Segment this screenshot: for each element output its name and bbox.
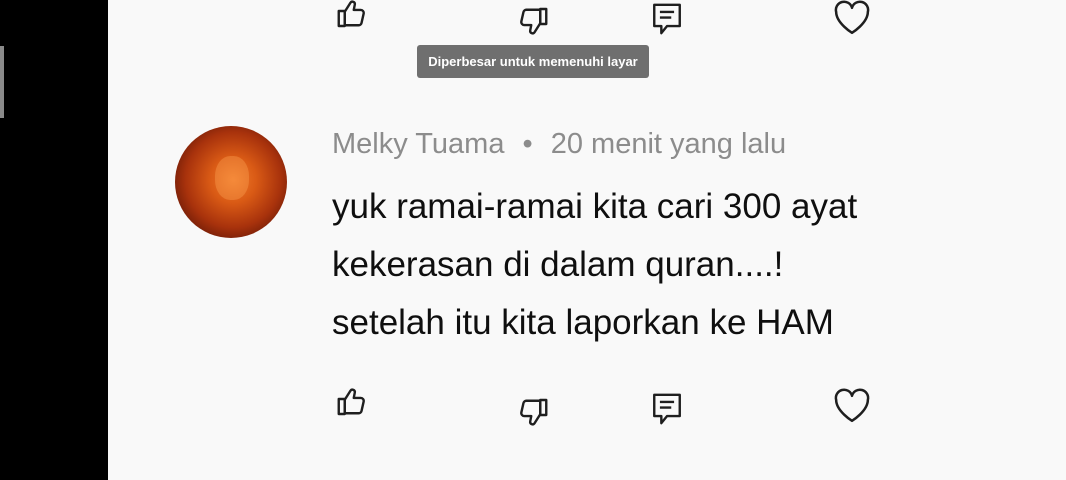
comment-author[interactable]: Melky Tuama bbox=[332, 128, 504, 160]
avatar[interactable] bbox=[175, 126, 287, 238]
heart-icon[interactable] bbox=[832, 386, 872, 424]
reply-comment-icon[interactable] bbox=[650, 0, 684, 38]
thumbs-up-icon[interactable] bbox=[334, 0, 372, 32]
video-frame: Diperbesar untuk memenuhi layar Melky Tu… bbox=[0, 0, 1066, 480]
comment-meta: Melky Tuama • 20 menit yang lalu bbox=[332, 128, 786, 161]
fullscreen-toast: Diperbesar untuk memenuhi layar bbox=[417, 45, 649, 78]
meta-separator: • bbox=[522, 128, 533, 160]
edge-marker bbox=[0, 46, 4, 118]
thumbs-up-icon[interactable] bbox=[334, 384, 372, 420]
heart-icon[interactable] bbox=[832, 0, 872, 36]
comment-line: yuk ramai-ramai kita cari 300 ayat bbox=[332, 187, 858, 226]
thumbs-down-icon[interactable] bbox=[513, 3, 551, 39]
comment-text: yuk ramai-ramai kita cari 300 ayat keker… bbox=[332, 178, 1012, 352]
comment-time: 20 menit yang lalu bbox=[550, 128, 787, 160]
comment-line: setelah itu kita laporkan ke HAM bbox=[332, 303, 834, 342]
reply-comment-icon[interactable] bbox=[650, 390, 684, 428]
thumbs-down-icon[interactable] bbox=[513, 394, 551, 430]
left-black-bar bbox=[0, 0, 108, 480]
comment-screen: Diperbesar untuk memenuhi layar Melky Tu… bbox=[108, 0, 1066, 480]
comment-line: kekerasan di dalam quran....! bbox=[332, 245, 784, 284]
